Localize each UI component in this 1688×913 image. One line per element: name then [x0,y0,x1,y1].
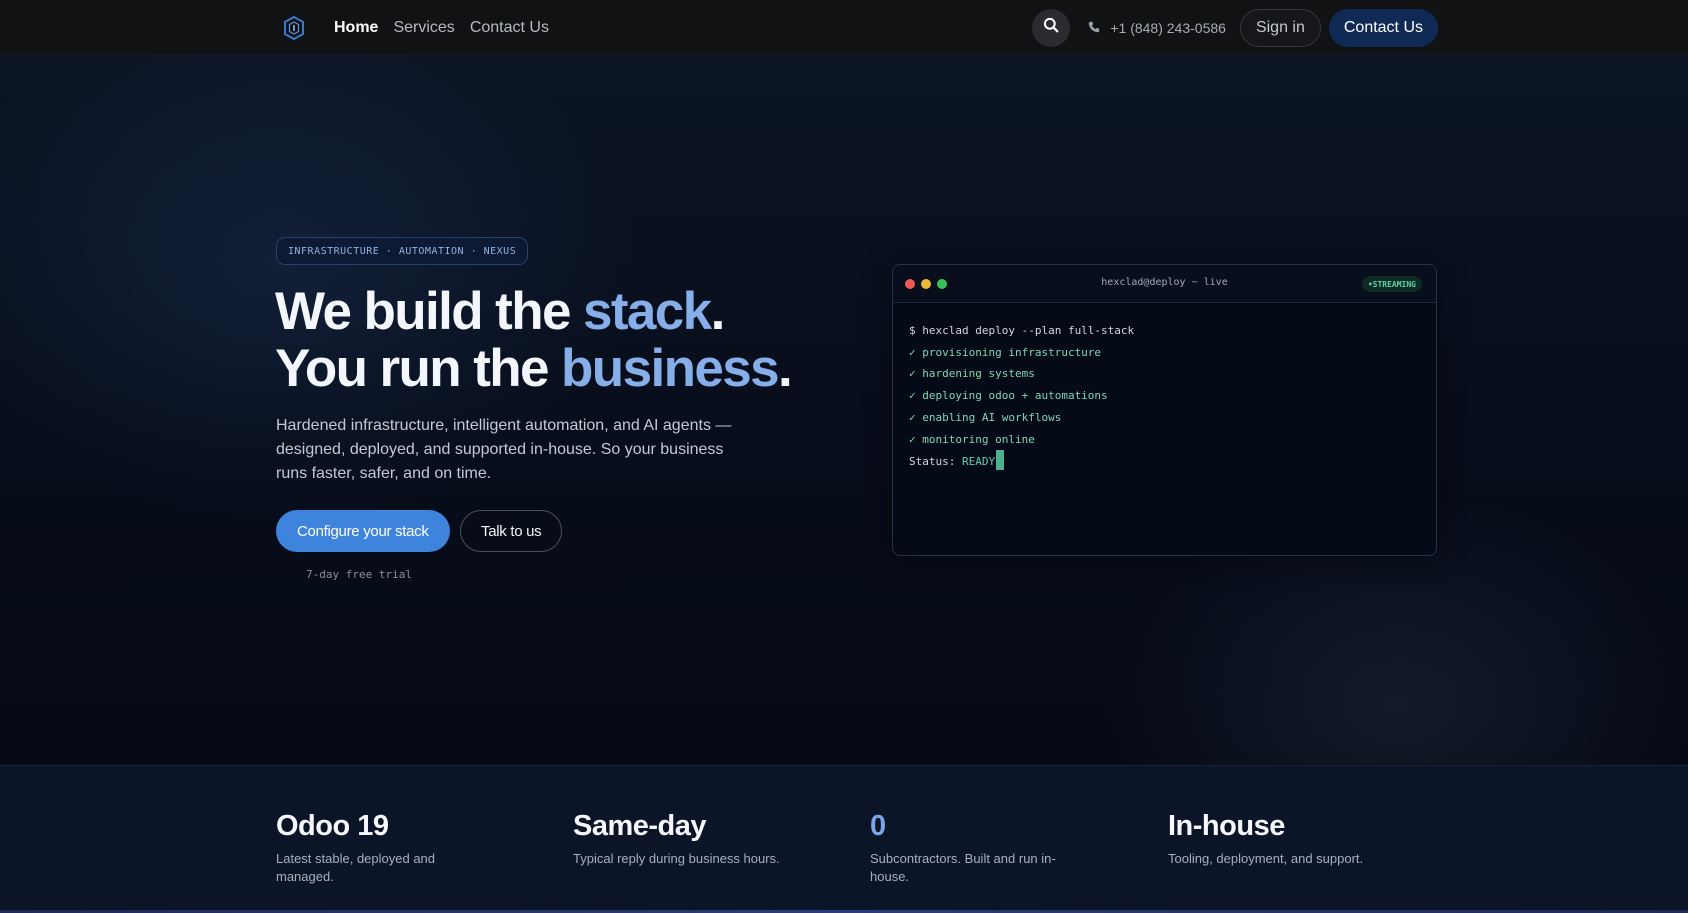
talk-to-us-button[interactable]: Talk to us [460,510,563,552]
nav-link-contact[interactable]: Contact Us [470,19,549,37]
stat-value: Same-day [573,810,707,842]
phone-link[interactable]: +1 (848) 243-0586 [1088,20,1226,36]
phone-icon [1088,20,1110,36]
nav-link-services[interactable]: Services [393,19,454,37]
terminal-status-label: Status: [909,455,962,469]
terminal-step: ✓ hardening systems [909,367,1035,381]
terminal-step: ✓ provisioning infrastructure [909,345,1102,359]
hexagon-shield-icon[interactable] [276,10,312,46]
headline-line1-suffix: . [710,282,726,341]
stat-description: Tooling, deployment, and support. [1168,851,1364,866]
stat-item: Odoo 19 Latest stable, deployed and mana… [276,808,536,886]
terminal-window: hexclad@deploy ~ live •STREAMING $ hexcl… [892,264,1437,556]
terminal-output: $ hexclad deploy --plan full-stack ✓ pro… [909,320,1134,473]
navbar-inner: Home Services Contact Us +1 (848) 243-05… [276,0,1438,55]
stat-item: Same-day Typical reply during business h… [573,808,833,868]
search-button[interactable] [1032,8,1071,47]
top-navbar: Home Services Contact Us +1 (848) 243-05… [0,0,1688,55]
contact-us-button[interactable]: Contact Us [1328,8,1438,47]
stat-value: In-house [1168,810,1285,842]
headline-line1-prefix: We build the [275,282,583,341]
nav-link-home[interactable]: Home [334,19,378,37]
headline-line2-prefix: You run the [275,339,562,398]
terminal-step: ✓ monitoring online [909,432,1035,446]
stat-item: In-house Tooling, deployment, and suppor… [1168,808,1428,868]
terminal-step: ✓ deploying odoo + automations [909,389,1108,403]
hero-tag-pill: INFRASTRUCTURE · AUTOMATION · NEXUS [276,237,529,265]
stat-value: 0 [870,810,886,842]
headline-accent-business: business [561,339,780,398]
terminal-title-bar: hexclad@deploy ~ live •STREAMING [893,265,1436,303]
hero-headline: We build the stack. You run the business… [275,282,793,398]
stat-description: Latest stable, deployed and managed. [276,851,436,884]
terminal-status-line: Status: READY [909,450,1134,473]
headline-accent-stack: stack [583,282,712,341]
stat-item: 0 Subcontractors. Built and run in-house… [870,808,1130,886]
sign-in-button[interactable]: Sign in [1239,8,1321,47]
stats-band: Odoo 19 Latest stable, deployed and mana… [0,765,1688,913]
free-trial-note: 7-day free trial [306,568,412,581]
terminal-cursor [996,450,1005,471]
stat-description: Typical reply during business hours. [573,851,780,866]
hero-subtext: Hardened infrastructure, intelligent aut… [276,417,732,482]
configure-stack-button[interactable]: Configure your stack [276,510,450,552]
stat-description: Subcontractors. Built and run in-house. [870,851,1056,884]
terminal-title: hexclad@deploy ~ live [1101,277,1228,288]
stat-value: Odoo 19 [276,810,389,842]
search-icon [1043,17,1059,38]
headline-line2-suffix: . [777,339,793,398]
streaming-badge: •STREAMING [1361,276,1422,292]
phone-number: +1 (848) 243-0586 [1110,19,1226,36]
terminal-step: ✓ enabling AI workflows [909,410,1062,424]
terminal-command: $ hexclad deploy --plan full-stack [909,324,1135,337]
terminal-status-value: READY [961,455,996,469]
